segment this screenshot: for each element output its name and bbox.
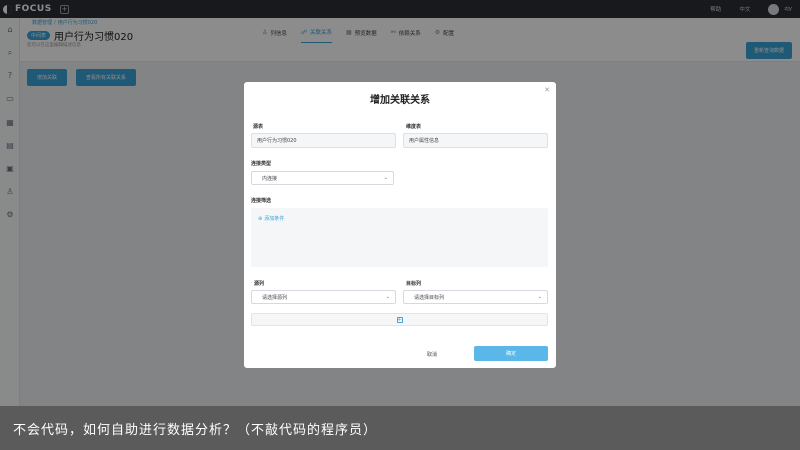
chevron-down-icon: ⌄ <box>383 175 388 181</box>
source-column-placeholder: 请选择源列 <box>262 294 288 301</box>
source-table-label: 源表 <box>253 124 264 130</box>
cancel-button[interactable]: 取消 <box>427 351 437 358</box>
plus-square-icon: + <box>396 316 403 323</box>
join-filter-area: ⊕ 添加条件 <box>251 208 548 267</box>
video-caption: 不会代码，如何自助进行数据分析？（不敲代码的程序员） <box>0 406 800 450</box>
join-type-label: 连接类型 <box>251 161 272 167</box>
add-relation-dialog: 增加关联关系 ✕ 源表 用户行为习惯020 维度表 用户属性信息 连接类型 内连… <box>244 82 556 368</box>
join-type-value: 内连接 <box>262 175 278 182</box>
chevron-down-icon: ⌄ <box>537 294 542 300</box>
confirm-button[interactable]: 确定 <box>474 346 548 361</box>
add-condition-label: 添加条件 <box>264 216 285 222</box>
source-table-field: 用户行为习惯020 <box>251 133 396 148</box>
add-condition-button[interactable]: ⊕ 添加条件 <box>258 215 285 223</box>
target-column-label: 目标列 <box>406 281 422 287</box>
join-type-select[interactable]: 内连接 ⌄ <box>251 171 394 185</box>
source-column-label: 源列 <box>254 281 265 287</box>
join-filter-label: 连接筛选 <box>251 198 272 204</box>
dialog-title: 增加关联关系 <box>370 95 430 106</box>
plus-circle-icon: ⊕ <box>258 215 263 222</box>
dim-table-label: 维度表 <box>406 124 422 130</box>
dim-table-field: 用户属性信息 <box>403 133 548 148</box>
source-column-select[interactable]: 请选择源列 ⌄ <box>251 290 396 304</box>
chevron-down-icon: ⌄ <box>385 294 390 300</box>
target-column-placeholder: 请选择目标列 <box>414 294 445 301</box>
close-icon[interactable]: ✕ <box>544 86 550 94</box>
add-column-pair-button[interactable]: + <box>251 313 548 326</box>
target-column-select[interactable]: 请选择目标列 ⌄ <box>403 290 548 304</box>
